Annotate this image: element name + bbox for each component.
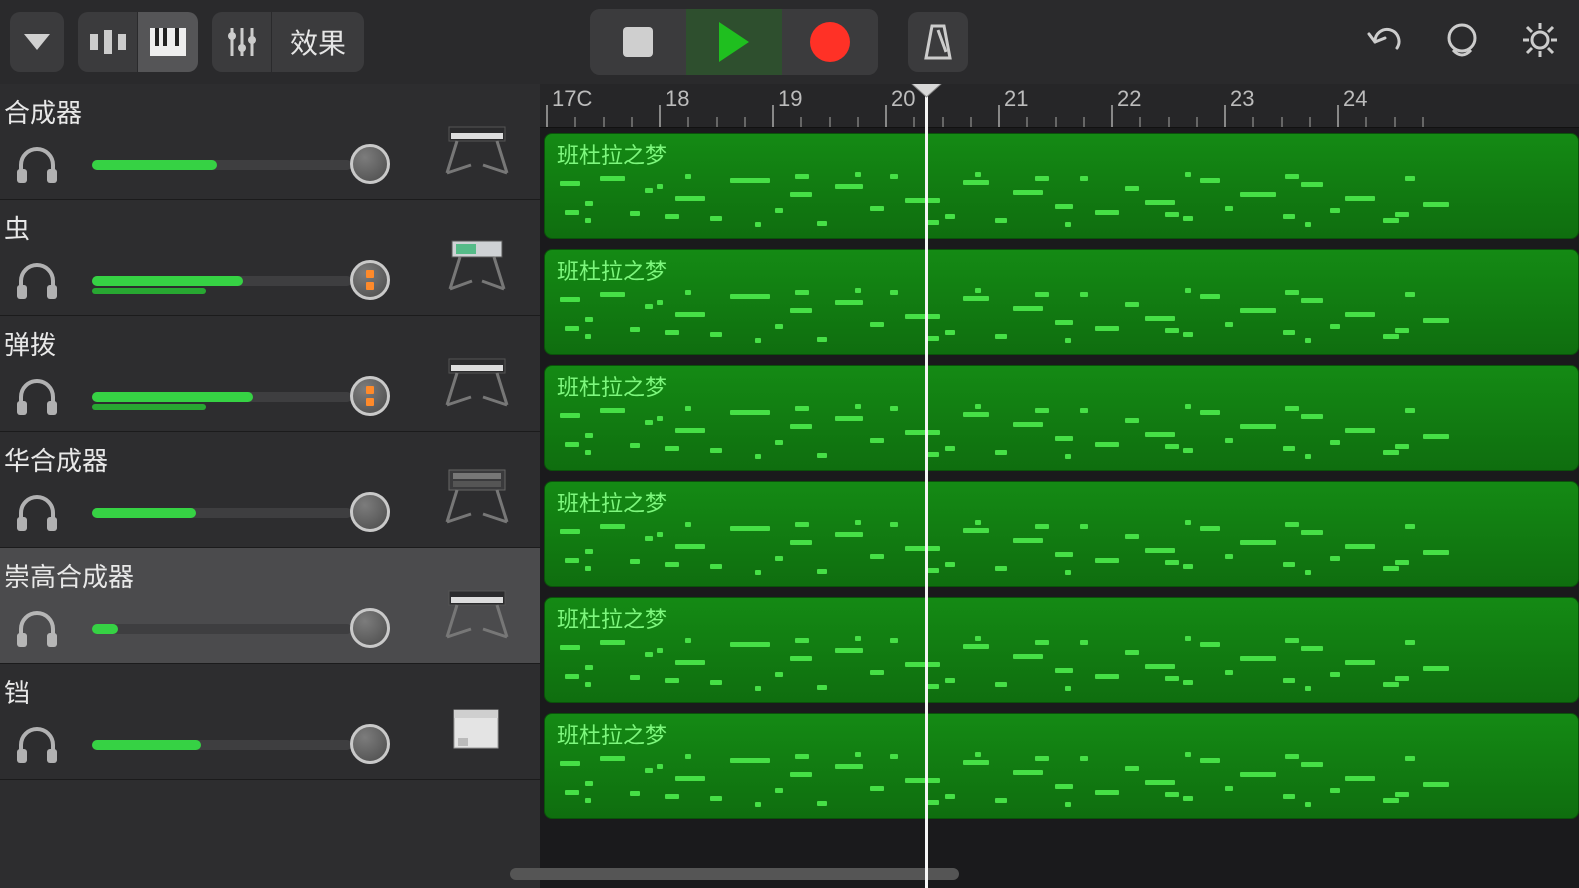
volume-knob[interactable] [350,724,390,764]
tracks-icon [90,30,126,54]
track-row[interactable]: 崇高合成器 [0,548,540,664]
midi-region[interactable]: 班杜拉之梦 [544,133,1579,239]
headphones-icon[interactable] [12,140,62,190]
ruler-bar-label: 17C [552,86,592,112]
track-row[interactable]: 华合成器 [0,432,540,548]
volume-slider[interactable] [92,392,352,402]
piano-icon [150,28,186,56]
midi-notes [545,398,1578,464]
midi-region[interactable]: 班杜拉之梦 [544,713,1579,819]
play-icon [719,22,749,62]
midi-region[interactable]: 班杜拉之梦 [544,365,1579,471]
volume-knob[interactable] [350,608,390,648]
undo-button[interactable] [1365,24,1403,61]
view-mode-keyboard[interactable] [138,12,198,72]
volume-knob[interactable] [350,492,390,532]
midi-region[interactable]: 班杜拉之梦 [544,597,1579,703]
loop-button[interactable] [1443,22,1481,63]
midi-region[interactable]: 班杜拉之梦 [544,249,1579,355]
region-row: 班杜拉之梦 [540,708,1579,824]
timeline-panel[interactable]: 17C18192021222324 班杜拉之梦班杜拉之梦班杜拉之梦班杜拉之梦班杜… [540,84,1579,888]
chevron-down-icon [24,34,50,50]
playhead-handle-icon [910,84,943,98]
transport-controls [590,9,878,75]
track-row[interactable]: 合成器 [0,84,540,200]
midi-notes [545,746,1578,812]
loop-icon [1443,22,1481,58]
timeline-ruler[interactable]: 17C18192021222324 [540,84,1579,128]
horizontal-scrollbar[interactable] [510,868,959,880]
metronome-icon [922,24,954,60]
region-row: 班杜拉之梦 [540,592,1579,708]
stop-icon [623,27,653,57]
regions-area: 班杜拉之梦班杜拉之梦班杜拉之梦班杜拉之梦班杜拉之梦班杜拉之梦 [540,128,1579,824]
midi-region[interactable]: 班杜拉之梦 [544,481,1579,587]
instrument-icon[interactable] [442,114,512,184]
instrument-icon[interactable] [442,462,512,532]
volume-slider[interactable] [92,508,352,518]
region-row: 班杜拉之梦 [540,360,1579,476]
view-menu-button[interactable] [10,12,64,72]
headphones-icon[interactable] [12,720,62,770]
instrument-icon[interactable] [442,694,512,764]
toolbar: 效果 [0,0,1579,84]
playhead[interactable] [925,84,928,888]
volume-slider[interactable] [92,740,352,750]
sliders-icon [226,26,258,58]
region-row: 班杜拉之梦 [540,476,1579,592]
play-button[interactable] [686,9,782,75]
fx-segment: 效果 [212,12,364,72]
gear-icon [1521,21,1559,59]
volume-knob[interactable] [350,260,390,300]
instrument-icon[interactable] [442,578,512,648]
metronome-button[interactable] [908,12,968,72]
main-area: 合成器虫弹拨华合成器崇高合成器铛 17C18192021222324 班杜拉之梦… [0,84,1579,888]
midi-notes [545,630,1578,696]
view-mode-segment [78,12,198,72]
effects-button[interactable]: 效果 [272,12,364,72]
headphones-icon[interactable] [12,604,62,654]
record-button[interactable] [782,9,878,75]
headphones-icon[interactable] [12,488,62,538]
headphones-icon[interactable] [12,372,62,422]
ruler-bar-label: 24 [1343,86,1367,112]
volume-slider[interactable] [92,624,352,634]
volume-knob[interactable] [350,144,390,184]
stop-button[interactable] [590,9,686,75]
view-mode-tracks[interactable] [78,12,138,72]
settings-button[interactable] [1521,21,1559,64]
ruler-bar-label: 18 [665,86,689,112]
midi-notes [545,514,1578,580]
track-row[interactable]: 虫 [0,200,540,316]
instrument-icon[interactable] [442,230,512,300]
volume-slider[interactable] [92,160,352,170]
headphones-icon[interactable] [12,256,62,306]
ruler-bar-label: 22 [1117,86,1141,112]
ruler-bar-label: 19 [778,86,802,112]
volume-slider[interactable] [92,276,352,286]
region-row: 班杜拉之梦 [540,244,1579,360]
mixer-button[interactable] [212,12,272,72]
track-list-panel: 合成器虫弹拨华合成器崇高合成器铛 [0,84,540,888]
midi-notes [545,282,1578,348]
record-icon [810,22,850,62]
ruler-bar-label: 21 [1004,86,1028,112]
toolbar-right [1365,21,1559,64]
region-row: 班杜拉之梦 [540,128,1579,244]
instrument-icon[interactable] [442,346,512,416]
ruler-bar-label: 23 [1230,86,1254,112]
midi-notes [545,166,1578,232]
undo-icon [1365,24,1403,56]
volume-knob[interactable] [350,376,390,416]
track-row[interactable]: 弹拨 [0,316,540,432]
track-row[interactable]: 铛 [0,664,540,780]
